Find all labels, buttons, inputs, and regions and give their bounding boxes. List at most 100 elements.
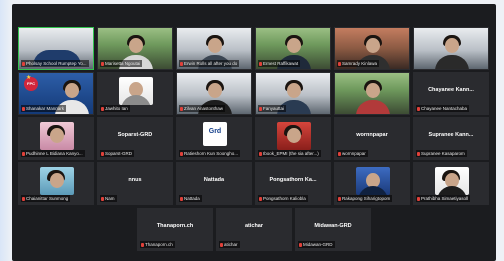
profile-picture bbox=[40, 167, 74, 195]
participant-name: Ernest Raffikawat bbox=[263, 61, 299, 66]
desktop-edge bbox=[0, 0, 12, 261]
participant-name: Pudhinne L Bidiana Kanyo... bbox=[26, 151, 83, 156]
muted-mic-icon bbox=[141, 242, 144, 247]
name-label: Ernest Raffikawat bbox=[258, 60, 301, 67]
video-tile-13[interactable]: Soparst-GRD Soparst-GRD bbox=[97, 117, 173, 160]
participant-name: Shanakar Mannark bbox=[26, 106, 65, 111]
muted-mic-icon bbox=[338, 196, 341, 201]
video-tile-9[interactable]: Fanyauttai bbox=[255, 72, 331, 115]
participant-body bbox=[435, 55, 469, 69]
video-tile-26[interactable]: Midawan-GRD Midawan-GRD bbox=[295, 208, 371, 251]
video-tile-0[interactable]: Pholsay School Rumptep Yo... bbox=[18, 27, 94, 70]
video-tile-17[interactable]: Supranee Kann... Supranee Kasaparom bbox=[413, 117, 489, 160]
name-label: Marisetta Ngoutai bbox=[100, 60, 143, 67]
participant-name: Supranee Kasaparom bbox=[421, 151, 465, 156]
profile-picture bbox=[277, 122, 311, 150]
participant-face bbox=[287, 83, 301, 98]
muted-mic-icon bbox=[180, 61, 183, 66]
name-label: Nattada bbox=[179, 195, 202, 202]
participant-name: Pongsathorn Kaliobla bbox=[263, 196, 306, 201]
muted-mic-icon bbox=[259, 196, 262, 201]
muted-mic-icon bbox=[22, 61, 25, 66]
video-tile-15[interactable]: Ibook_EPMI (the sia after...) bbox=[255, 117, 331, 160]
participant-face bbox=[445, 38, 459, 53]
participant-name: Marisetta Ngoutai bbox=[105, 61, 141, 66]
name-label: Pudhinne L Bidiana Kanyo... bbox=[21, 150, 85, 157]
video-tile-2[interactable]: Erwin Rolls all after you do bbox=[176, 27, 252, 70]
participant-name: Pholsay School Rumptep Yo... bbox=[26, 61, 87, 66]
name-label: Shanakar Mannark bbox=[21, 105, 67, 112]
muted-mic-icon bbox=[417, 106, 420, 111]
name-label: Chaianittar Sunmong bbox=[21, 195, 71, 202]
participant-face bbox=[366, 38, 380, 53]
video-tile-19[interactable]: nnus Nam bbox=[97, 162, 173, 205]
profile-picture bbox=[119, 77, 153, 105]
star-icon: ★ bbox=[26, 75, 32, 81]
participant-display-name: wornnpapar bbox=[356, 132, 388, 138]
muted-mic-icon bbox=[101, 196, 104, 201]
video-tile-8[interactable]: Zilvan Anastonthaw bbox=[176, 72, 252, 115]
muted-mic-icon bbox=[259, 61, 262, 66]
avatar-face bbox=[287, 128, 301, 143]
participant-face bbox=[208, 83, 222, 98]
name-label: Thanaporn.ch bbox=[140, 241, 175, 248]
participant-name: Ibook_EPMI (the sia after...) bbox=[263, 151, 319, 156]
muted-mic-icon bbox=[338, 151, 341, 156]
participant-name: Samrady Kinlawa bbox=[342, 61, 378, 66]
participant-face bbox=[208, 38, 222, 53]
video-tile-22[interactable]: Rakapong Siharigtopom bbox=[334, 162, 410, 205]
video-tile-14[interactable]: Grd Ratieshorn Kun Soongho... bbox=[176, 117, 252, 160]
video-tile-25[interactable]: atichar atichar bbox=[216, 208, 292, 251]
participant-face bbox=[129, 38, 143, 53]
video-tile-24[interactable]: Thanaporn.ch Thanaporn.ch bbox=[137, 208, 213, 251]
muted-mic-icon bbox=[180, 151, 183, 156]
video-tile-5[interactable] bbox=[413, 27, 489, 70]
participant-face bbox=[287, 38, 301, 53]
video-tile-21[interactable]: Pongsathorn Ka... Pongsathorn Kaliobla bbox=[255, 162, 331, 205]
muted-mic-icon bbox=[101, 151, 104, 156]
participant-name: Nam bbox=[105, 196, 115, 201]
name-label: Soparst-GRD bbox=[100, 150, 135, 157]
participant-display-name: Chayanee Kann... bbox=[428, 87, 474, 93]
video-tile-6[interactable]: FPC ★ Shanakar Mannark bbox=[18, 72, 94, 115]
video-tile-23[interactable]: Prathibha Simaetiyasoll bbox=[413, 162, 489, 205]
participant-body bbox=[356, 100, 390, 114]
participant-name: Chayanee Nantachaba bbox=[421, 106, 468, 111]
muted-mic-icon bbox=[22, 196, 25, 201]
participant-name: atichar bbox=[224, 242, 238, 247]
video-tile-7[interactable]: Jawhito Ian bbox=[97, 72, 173, 115]
name-label: atichar bbox=[219, 241, 240, 248]
participant-display-name: nnus bbox=[128, 177, 142, 183]
video-tile-10[interactable] bbox=[334, 72, 410, 115]
video-tile-18[interactable]: Chaianittar Sunmong bbox=[18, 162, 94, 205]
muted-mic-icon bbox=[417, 196, 420, 201]
name-label: Ratieshorn Kun Soongho... bbox=[179, 150, 241, 157]
name-label: wornnpapar bbox=[337, 150, 368, 157]
name-label: Fanyauttai bbox=[258, 105, 287, 112]
avatar-body bbox=[358, 186, 388, 195]
participant-display-name: Thanaporn.ch bbox=[156, 223, 194, 229]
muted-mic-icon bbox=[417, 151, 420, 156]
video-tile-4[interactable]: Samrady Kinlawa bbox=[334, 27, 410, 70]
participant-name: Midawan-GRD bbox=[303, 242, 333, 247]
video-tile-11[interactable]: Chayanee Kann... Chayanee Nantachaba bbox=[413, 72, 489, 115]
muted-mic-icon bbox=[220, 242, 223, 247]
avatar-body bbox=[437, 186, 467, 195]
muted-mic-icon bbox=[180, 106, 183, 111]
video-tile-20[interactable]: Nattada Nattada bbox=[176, 162, 252, 205]
muted-mic-icon bbox=[101, 106, 104, 111]
participant-name: Soparst-GRD bbox=[105, 151, 133, 156]
muted-mic-icon bbox=[299, 242, 302, 247]
participant-name: Nattada bbox=[184, 196, 200, 201]
participant-name: Jawhito Ian bbox=[105, 106, 128, 111]
video-tile-1[interactable]: Marisetta Ngoutai bbox=[97, 27, 173, 70]
participant-display-name: Midawan-GRD bbox=[314, 223, 352, 229]
participant-name: wornnpapar bbox=[342, 151, 366, 156]
muted-mic-icon bbox=[180, 196, 183, 201]
participant-name: Thanaporn.ch bbox=[145, 242, 173, 247]
video-tile-3[interactable]: Ernest Raffikawat bbox=[255, 27, 331, 70]
name-label: Erwin Rolls all after you do bbox=[179, 60, 240, 67]
video-tile-16[interactable]: wornnpapar wornnpapar bbox=[334, 117, 410, 160]
avatar-face bbox=[50, 173, 64, 188]
video-tile-12[interactable]: Pudhinne L Bidiana Kanyo... bbox=[18, 117, 94, 160]
